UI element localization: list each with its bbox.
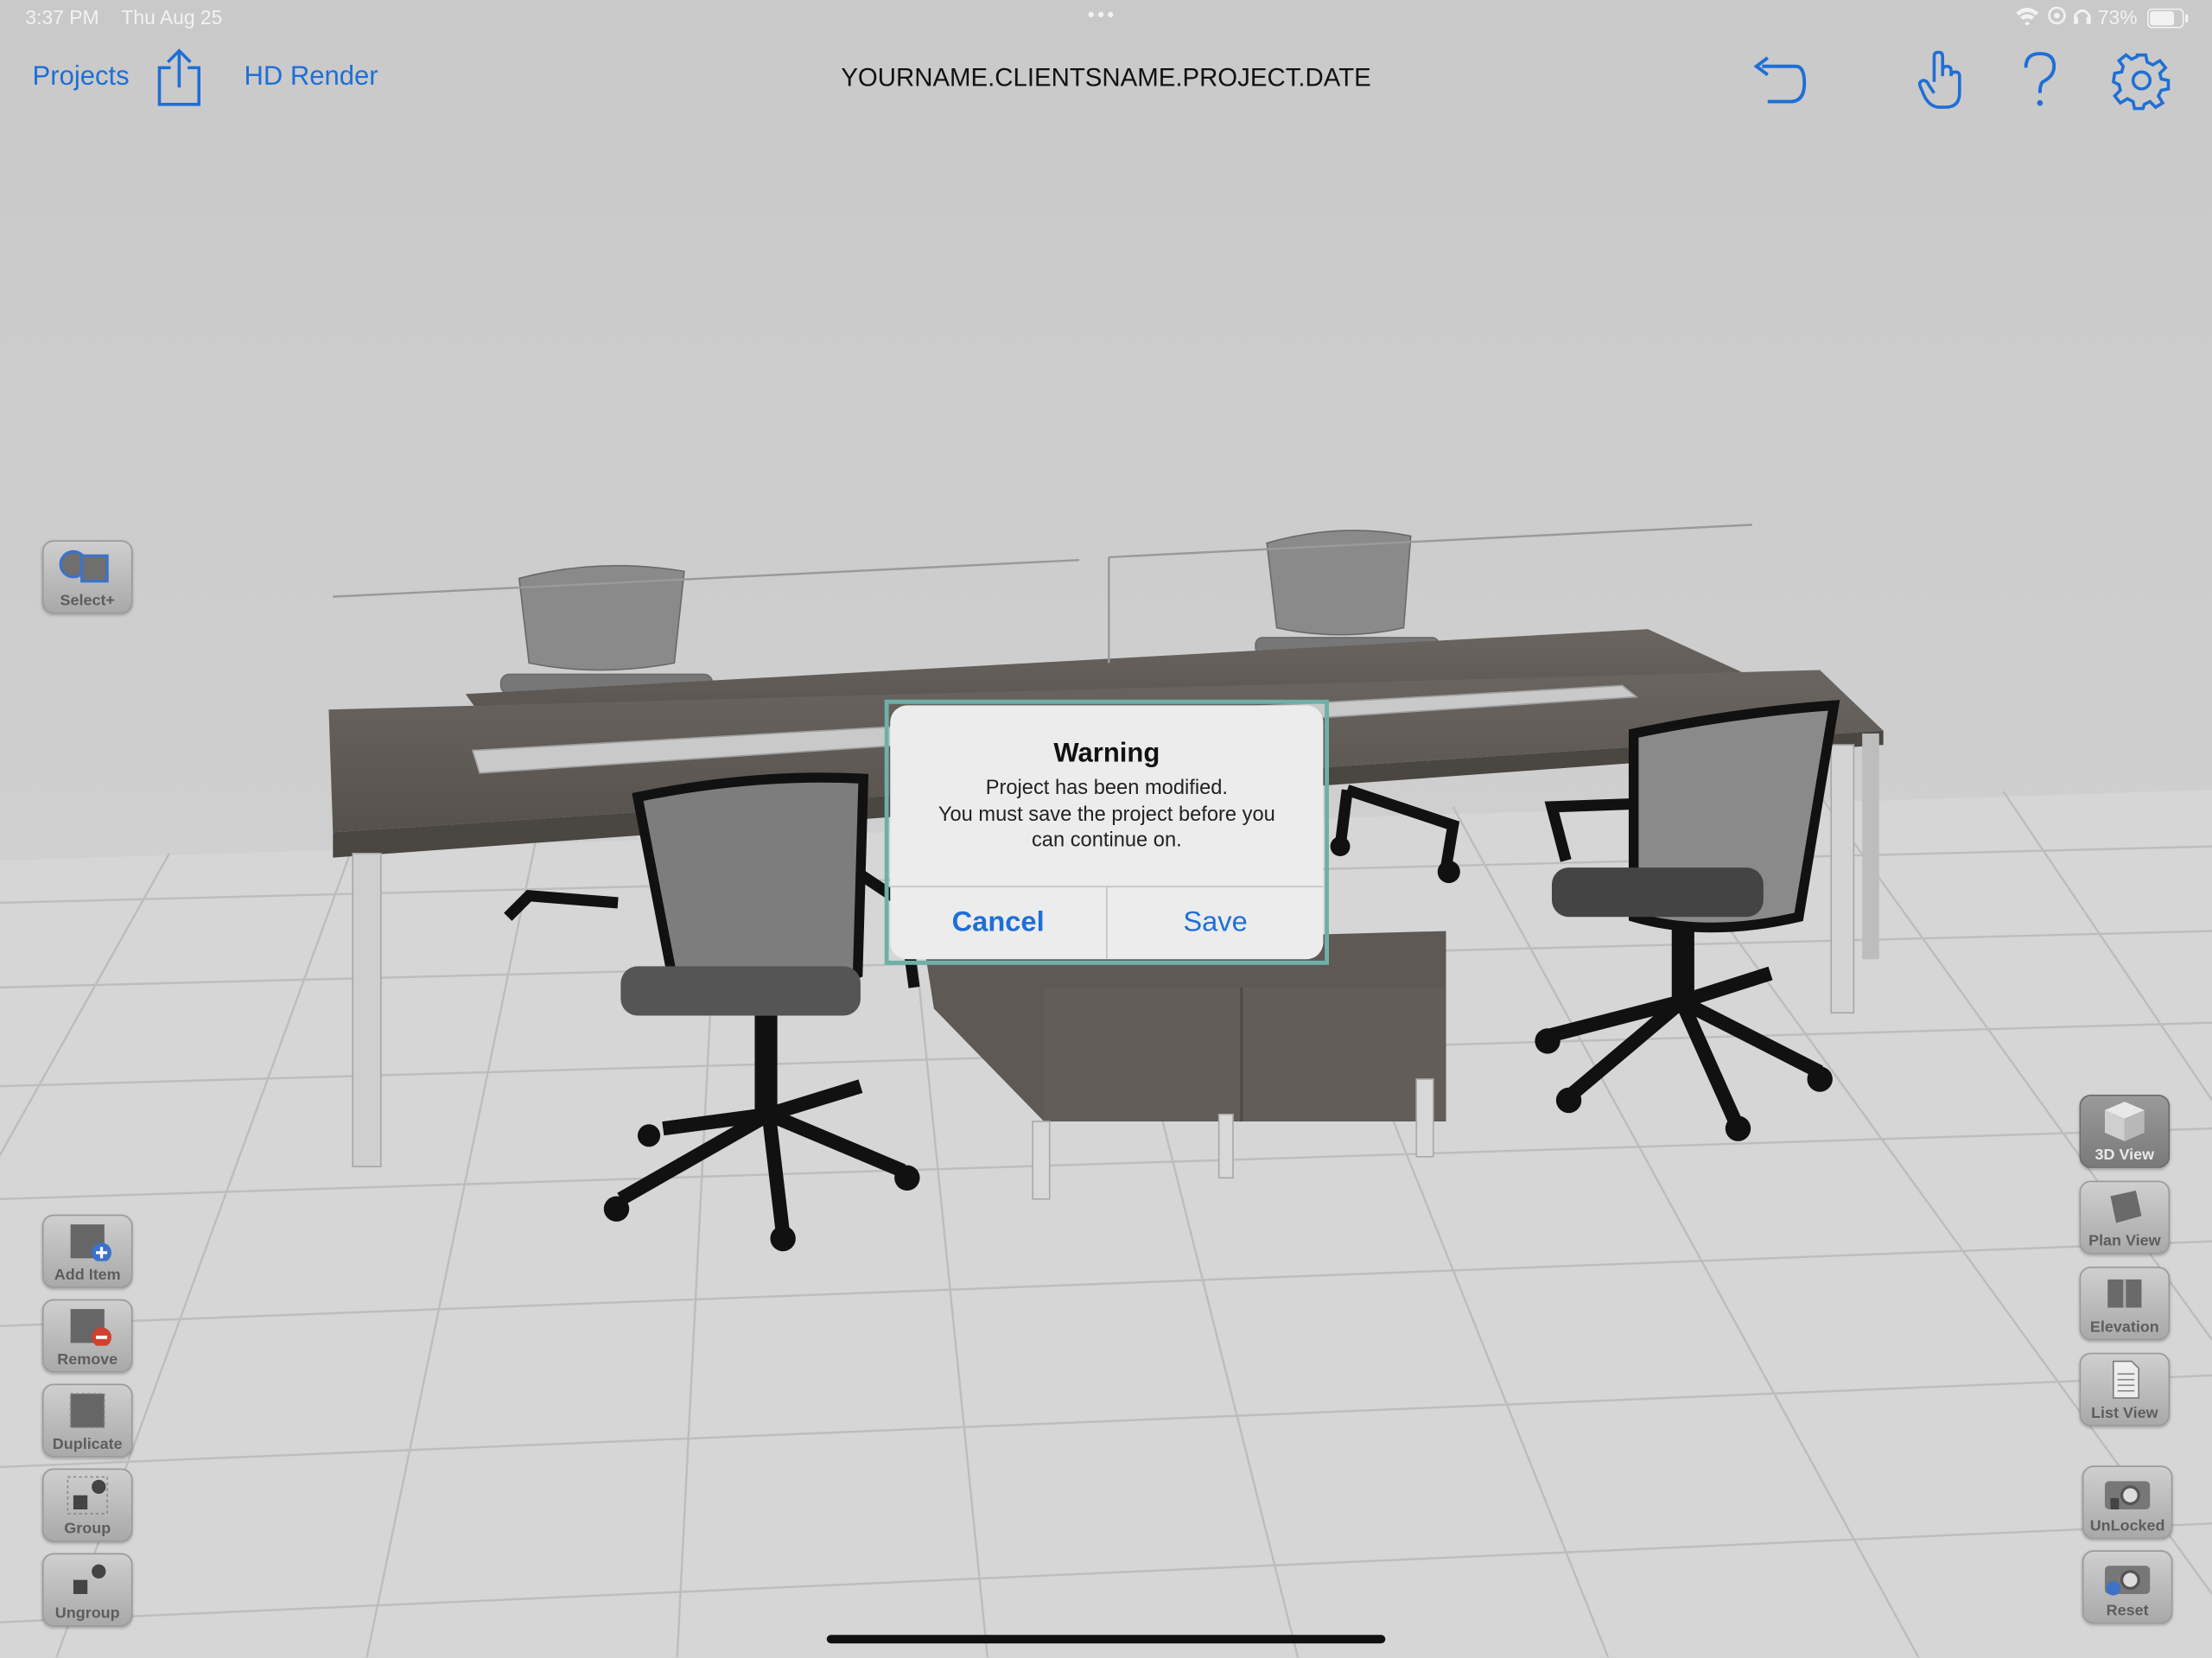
select-plus-label: Select+ (60, 592, 115, 610)
remove-item-icon (44, 1306, 131, 1346)
duplicate-label: Duplicate (52, 1436, 123, 1453)
dialog-message-line-2: You must save the project before you (938, 803, 1275, 826)
dialog-message: Project has been modified. You must save… (910, 776, 1304, 854)
add-item-icon (44, 1222, 131, 1261)
status-date: Thu Aug 25 (121, 5, 223, 29)
help-icon[interactable] (2018, 51, 2063, 111)
camera-unlocked-button[interactable]: UnLocked (2082, 1465, 2173, 1540)
duplicate-icon (44, 1391, 131, 1431)
ungroup-button[interactable]: Ungroup (41, 1553, 133, 1627)
list-view-label: List View (2091, 1405, 2158, 1422)
group-icon (44, 1476, 131, 1515)
remove-label: Remove (57, 1351, 118, 1369)
cube-icon (2081, 1102, 2168, 1141)
elevation-label: Elevation (2089, 1318, 2159, 1337)
touch-gesture-icon[interactable] (1916, 50, 1972, 111)
group-button[interactable]: Group (41, 1468, 133, 1542)
dialog-title: Warning (1053, 739, 1160, 769)
list-view-button[interactable]: List View (2079, 1352, 2171, 1426)
ungroup-icon (44, 1560, 131, 1600)
save-button[interactable]: Save (1108, 887, 1324, 959)
camera-unlocked-icon (2083, 1473, 2171, 1513)
add-item-label: Add Item (54, 1267, 121, 1284)
group-label: Group (64, 1521, 111, 1538)
home-indicator[interactable] (826, 1635, 1386, 1644)
plan-view-icon (2081, 1188, 2168, 1228)
cancel-button[interactable]: Cancel (890, 887, 1106, 959)
multitask-dots[interactable]: ••• (1088, 3, 1117, 25)
wifi-icon (2014, 6, 2039, 30)
project-title: YOURNAME.CLIENTSNAME.PROJECT.DATE (841, 63, 1371, 92)
reset-label: Reset (2106, 1602, 2149, 1620)
settings-gear-icon[interactable] (2111, 51, 2173, 111)
add-item-button[interactable]: Add Item (41, 1214, 133, 1288)
elevation-button[interactable]: Elevation (2079, 1267, 2171, 1341)
select-shapes-icon (44, 547, 131, 587)
unlocked-label: UnLocked (2089, 1517, 2165, 1535)
location-icon (2047, 6, 2067, 30)
plan-view-button[interactable]: Plan View (2079, 1180, 2171, 1255)
remove-button[interactable]: Remove (41, 1299, 133, 1373)
ungroup-label: Ungroup (54, 1605, 120, 1623)
headphones-icon (2072, 6, 2092, 30)
select-plus-button[interactable]: Select+ (41, 540, 133, 614)
dialog-message-line-1: Project has been modified. (985, 777, 1229, 800)
duplicate-button[interactable]: Duplicate (41, 1383, 133, 1458)
battery-percent: 73% (2097, 5, 2138, 29)
camera-reset-icon (2083, 1558, 2171, 1598)
view-3d-label: 3D View (2094, 1147, 2155, 1164)
plan-view-label: Plan View (2088, 1232, 2161, 1250)
view-3d-button[interactable]: 3D View (2079, 1094, 2171, 1168)
warning-dialog: Warning Project has been modified. You m… (890, 705, 1324, 960)
status-time: 3:37 PM (25, 5, 99, 29)
camera-reset-button[interactable]: Reset (2082, 1550, 2173, 1624)
document-list-icon (2081, 1360, 2168, 1400)
elevation-icon (2081, 1274, 2168, 1313)
undo-icon[interactable] (1746, 54, 1808, 107)
dialog-message-line-3: can continue on. (1031, 829, 1182, 853)
battery-icon (2146, 8, 2190, 33)
